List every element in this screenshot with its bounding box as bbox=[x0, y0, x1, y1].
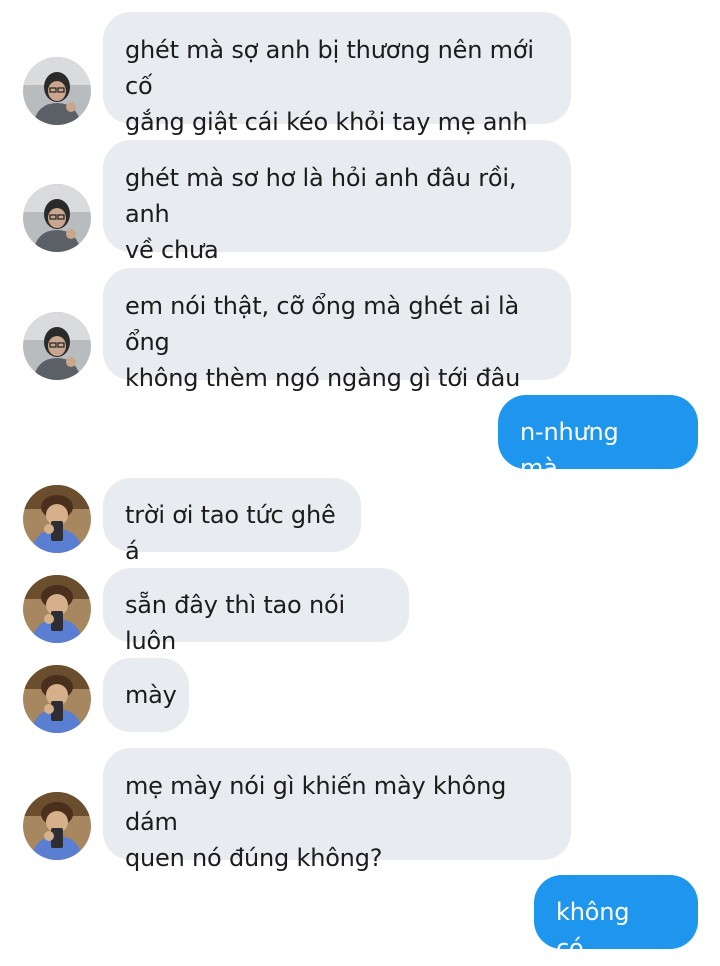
avatar-contact-a[interactable] bbox=[23, 184, 91, 252]
message-bubble-incoming[interactable]: ghét mà sợ anh bị thương nên mới cố gắng… bbox=[103, 12, 571, 136]
message-text-line: không thèm ngó ngàng gì tới đâu bbox=[125, 364, 521, 392]
message-bubble-outgoing[interactable]: không có... bbox=[534, 875, 698, 962]
avatar-photo-b-icon bbox=[23, 575, 91, 643]
avatar-contact-b[interactable] bbox=[23, 575, 91, 643]
avatar-photo-b-icon bbox=[23, 792, 91, 860]
message-text-line: gắng giật cái kéo khỏi tay mẹ anh bbox=[125, 108, 528, 136]
message-text-line: sẵn đây thì tao nói luôn bbox=[125, 591, 345, 655]
message-bubble-incoming[interactable]: em nói thật, cỡ ổng mà ghét ai là ổng kh… bbox=[103, 268, 571, 392]
message-bubble-outgoing[interactable]: n-nhưng mà... bbox=[498, 395, 698, 482]
avatar-photo-b-icon bbox=[23, 665, 91, 733]
message-bubble-incoming[interactable]: mày bbox=[103, 658, 189, 732]
message-text-line: trời ơi tao tức ghê á bbox=[125, 501, 336, 565]
message-text-line: mẹ mày nói gì khiến mày không dám bbox=[125, 772, 507, 836]
message-text-line: ghét mà sơ hơ là hỏi anh đâu rồi, anh bbox=[125, 164, 517, 228]
message-text-line: về chưa bbox=[125, 236, 219, 264]
message-text-line: không có... bbox=[556, 898, 630, 962]
avatar-photo-a-icon bbox=[23, 312, 91, 380]
message-text-line: n-nhưng mà... bbox=[520, 418, 619, 482]
message-bubble-incoming[interactable]: sẵn đây thì tao nói luôn bbox=[103, 568, 409, 655]
message-text-line: em nói thật, cỡ ổng mà ghét ai là ổng bbox=[125, 292, 519, 356]
message-text-line: ghét mà sợ anh bị thương nên mới cố bbox=[125, 36, 534, 100]
avatar-contact-b[interactable] bbox=[23, 485, 91, 553]
message-bubble-incoming[interactable]: mẹ mày nói gì khiến mày không dám quen n… bbox=[103, 748, 571, 872]
avatar-contact-b[interactable] bbox=[23, 792, 91, 860]
avatar-contact-a[interactable] bbox=[23, 312, 91, 380]
avatar-photo-a-icon bbox=[23, 57, 91, 125]
message-bubble-incoming[interactable]: ghét mà sơ hơ là hỏi anh đâu rồi, anh về… bbox=[103, 140, 571, 264]
message-bubble-incoming[interactable]: trời ơi tao tức ghê á bbox=[103, 478, 361, 565]
avatar-photo-b-icon bbox=[23, 485, 91, 553]
message-text-line: mày bbox=[125, 681, 177, 709]
message-text-line: quen nó đúng không? bbox=[125, 844, 383, 872]
avatar-photo-a-icon bbox=[23, 184, 91, 252]
avatar-contact-a[interactable] bbox=[23, 57, 91, 125]
avatar-contact-b[interactable] bbox=[23, 665, 91, 733]
